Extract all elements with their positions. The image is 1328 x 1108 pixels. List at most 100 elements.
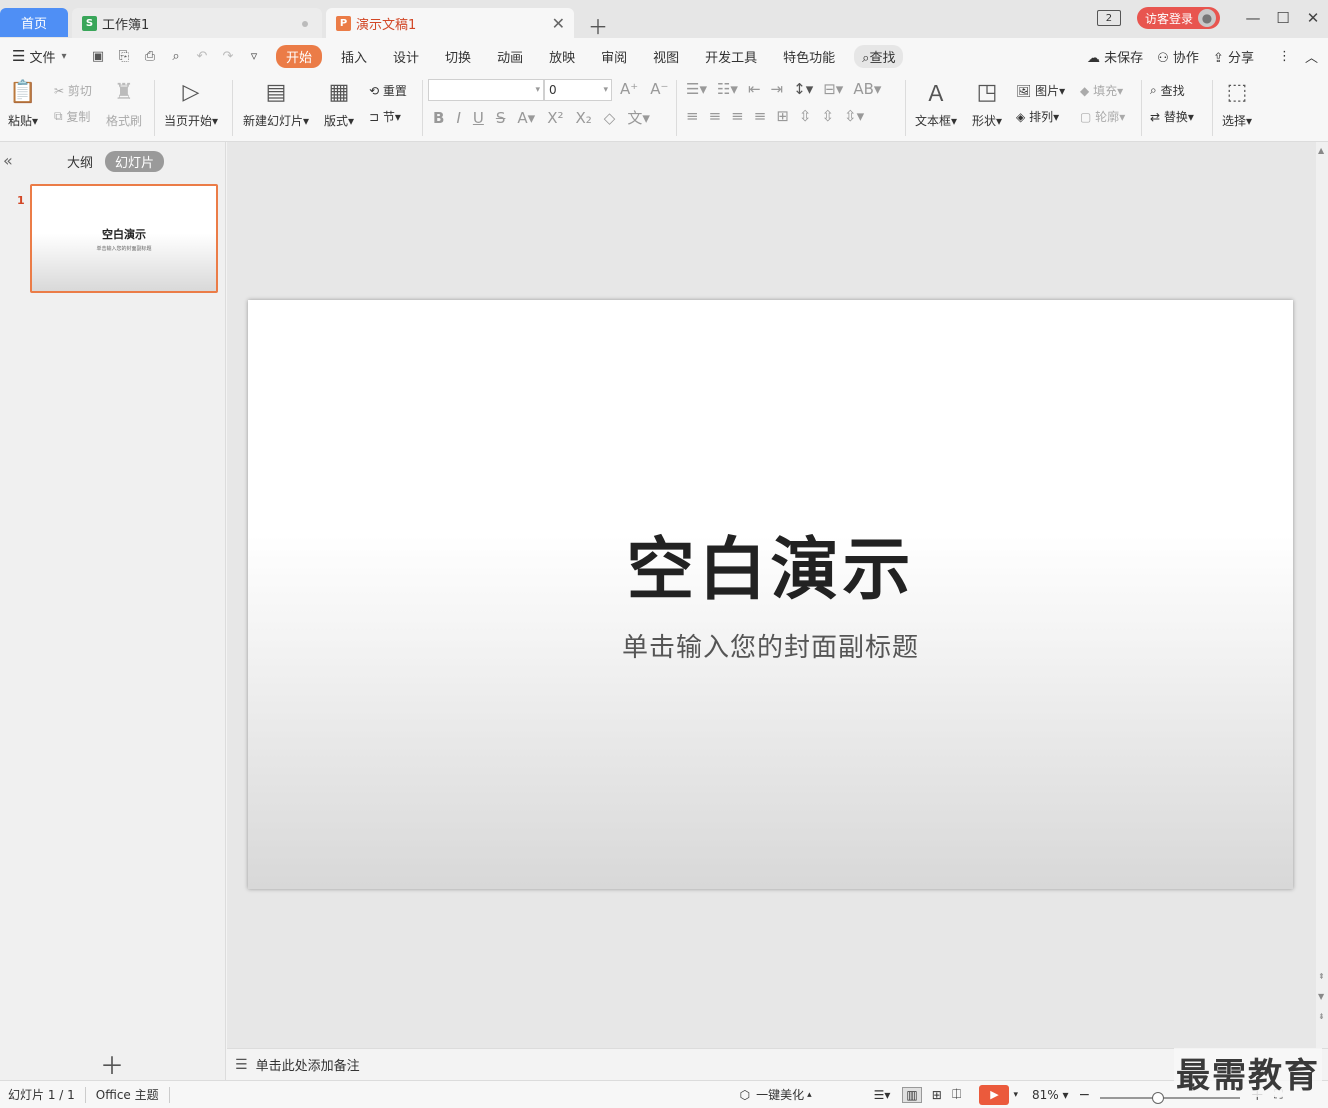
new-slide-button[interactable]: ▤ 新建幻灯片▾ [243, 78, 309, 129]
zoom-out-icon[interactable]: − [1078, 1087, 1090, 1103]
slide-subtitle[interactable]: 单击输入您的封面副标题 [622, 627, 919, 664]
find-button[interactable]: ⌕ 查找 [1150, 82, 1185, 99]
textbox-button[interactable]: Ａ 文本框▾ [915, 78, 957, 129]
collab-button[interactable]: ⚇ 协作 [1157, 47, 1199, 66]
slide[interactable]: 空白演示 单击输入您的封面副标题 [248, 300, 1293, 889]
align-left-icon[interactable]: ≡ [686, 107, 699, 125]
search-button[interactable]: ⌕查找 [854, 44, 904, 68]
add-slide-icon[interactable]: ＋ [100, 1046, 124, 1081]
normal-view-icon[interactable]: ▥ [902, 1086, 922, 1103]
menu-tab-transition[interactable]: 切换 [432, 47, 484, 66]
menu-tab-insert[interactable]: 插入 [328, 47, 380, 66]
play-from-current-button[interactable]: ▷ 当页开始▾ [164, 78, 218, 129]
slide-title[interactable]: 空白演示 [626, 514, 914, 613]
menu-tab-developer[interactable]: 开发工具 [692, 47, 770, 66]
slide-thumbnail[interactable]: 空白演示 单击输入您的封面副标题 [30, 184, 218, 293]
select-button[interactable]: ⬚ 选择▾ [1222, 78, 1252, 129]
numbered-list-icon[interactable]: ☷▾ [717, 80, 738, 98]
strikethrough-icon[interactable]: S [496, 109, 506, 127]
para-spacing-icon[interactable]: ⇳ [821, 107, 834, 125]
cut-button[interactable]: ✂ 剪切 [54, 82, 92, 99]
increase-indent-icon[interactable]: ⇥ [771, 80, 784, 98]
collapse-ribbon-icon[interactable]: ︿ [1305, 47, 1318, 66]
picture-button[interactable]: 🖼 图片 ▾ [1016, 82, 1065, 99]
underline-icon[interactable]: U [473, 109, 484, 127]
menu-tab-animation[interactable]: 动画 [484, 47, 536, 66]
copy-button[interactable]: ⧉ 复制 [54, 108, 90, 125]
line-spacing-icon[interactable]: ⇳ [799, 107, 812, 125]
bold-icon[interactable]: B [433, 109, 444, 127]
increase-font-icon[interactable]: A⁺ [620, 80, 638, 98]
layout-button[interactable]: ▦ 版式▾ [324, 78, 354, 129]
tab-presentation[interactable]: P 演示文稿1 ✕ [326, 8, 574, 38]
login-button[interactable]: 访客登录 ● [1136, 7, 1220, 29]
align-center-icon[interactable]: ≡ [709, 107, 722, 125]
save-icon[interactable]: ▣ [90, 49, 106, 64]
beautify-button[interactable]: ⬡ 一键美化 ▴ [740, 1086, 812, 1103]
menu-tab-home[interactable]: 开始 [276, 44, 323, 68]
decrease-font-icon[interactable]: A⁻ [650, 80, 668, 98]
notes-pane[interactable]: ☰ 单击此处添加备注 [227, 1048, 1328, 1080]
bullet-list-icon[interactable]: ☰▾ [686, 80, 707, 98]
menu-tab-view[interactable]: 视图 [640, 47, 692, 66]
zoom-slider-thumb[interactable] [1152, 1091, 1165, 1104]
undo-icon[interactable]: ↶ [194, 49, 210, 64]
collapse-panel-icon[interactable]: « [3, 151, 13, 170]
tab-slides[interactable]: 幻灯片 [105, 151, 165, 172]
customize-toolbar-icon[interactable]: ▿ [246, 49, 262, 64]
scroll-page-down-icon[interactable]: ⇟ [1318, 1012, 1325, 1021]
tab-home[interactable]: 首页 [0, 8, 68, 37]
slideshow-button[interactable]: ▶ ▾ [979, 1084, 1018, 1105]
notes-toggle-icon[interactable]: ☰▾ [874, 1088, 891, 1102]
menu-tab-review[interactable]: 审阅 [588, 47, 640, 66]
tab-outline[interactable]: 大纲 [67, 152, 93, 171]
redo-icon[interactable]: ↷ [220, 49, 236, 64]
distribute-icon[interactable]: ⊞ [776, 107, 789, 125]
column-icon[interactable]: ⊟▾ [823, 80, 843, 98]
justify-icon[interactable]: ≡ [754, 107, 767, 125]
tab-workbook[interactable]: S 工作簿1 [72, 8, 322, 38]
close-window-icon[interactable]: ✕ [1298, 9, 1328, 27]
subscript-icon[interactable]: X₂ [575, 109, 591, 127]
scroll-page-up-icon[interactable]: ⇞ [1318, 972, 1325, 981]
section-button[interactable]: ⊐ 节 ▾ [369, 108, 401, 125]
outline-button[interactable]: ▢ 轮廓 ▾ [1080, 108, 1125, 125]
text-fit-icon[interactable]: AB▾ [853, 80, 881, 98]
print-preview-icon[interactable]: ⌕ [168, 49, 184, 64]
superscript-icon[interactable]: X² [547, 109, 563, 127]
spacing-options-icon[interactable]: ⇳▾ [844, 107, 864, 125]
align-right-icon[interactable]: ≡ [731, 107, 744, 125]
font-color-icon[interactable]: A▾ [517, 109, 535, 127]
share-button[interactable]: ⇪ 分享 [1213, 47, 1254, 66]
format-painter-button[interactable]: ♜ 格式刷 [106, 78, 142, 129]
decrease-indent-icon[interactable]: ⇤ [748, 80, 761, 98]
menu-tab-features[interactable]: 特色功能 [770, 47, 848, 66]
export-icon[interactable]: ⎘ [116, 49, 132, 64]
print-icon[interactable]: ⎙ [142, 49, 158, 64]
text-direction-icon[interactable]: ↕▾ [793, 80, 813, 98]
new-tab-icon[interactable]: ＋ [588, 11, 608, 40]
reset-button[interactable]: ⟲ 重置 [369, 82, 407, 99]
vertical-scrollbar[interactable]: ▲ ⇞ ▼ ⇟ [1316, 142, 1328, 1048]
font-name-select[interactable]: ▾ [428, 79, 544, 101]
zoom-select[interactable]: 81% ▾ [1032, 1088, 1069, 1102]
scroll-up-icon[interactable]: ▲ [1318, 146, 1324, 155]
minimize-icon[interactable]: — [1238, 9, 1268, 27]
replace-button[interactable]: ⇄ 替换 ▾ [1150, 108, 1194, 125]
menu-tab-design[interactable]: 设计 [380, 47, 432, 66]
clear-format-icon[interactable]: ◇ [604, 109, 616, 127]
font-size-select[interactable]: 0 ▾ [544, 79, 612, 101]
unsaved-button[interactable]: ☁ 未保存 [1087, 47, 1143, 66]
menu-tab-slideshow[interactable]: 放映 [536, 47, 588, 66]
theme-name[interactable]: Office 主题 [96, 1086, 159, 1103]
shape-button[interactable]: ◳ 形状▾ [972, 78, 1002, 129]
close-tab-icon[interactable]: ✕ [552, 14, 565, 33]
paste-button[interactable]: 📋 粘贴▾ [8, 78, 38, 129]
arrange-button[interactable]: ◈ 排列 ▾ [1016, 108, 1059, 125]
maximize-icon[interactable]: ☐ [1268, 9, 1298, 27]
sorter-view-icon[interactable]: ⊞ [932, 1088, 942, 1102]
more-icon[interactable]: ⋮ [1278, 49, 1291, 64]
window-count-badge[interactable]: 2 [1096, 10, 1121, 26]
reading-view-icon[interactable]: ⎅ [952, 1087, 962, 1102]
scroll-down-icon[interactable]: ▼ [1318, 992, 1324, 1001]
